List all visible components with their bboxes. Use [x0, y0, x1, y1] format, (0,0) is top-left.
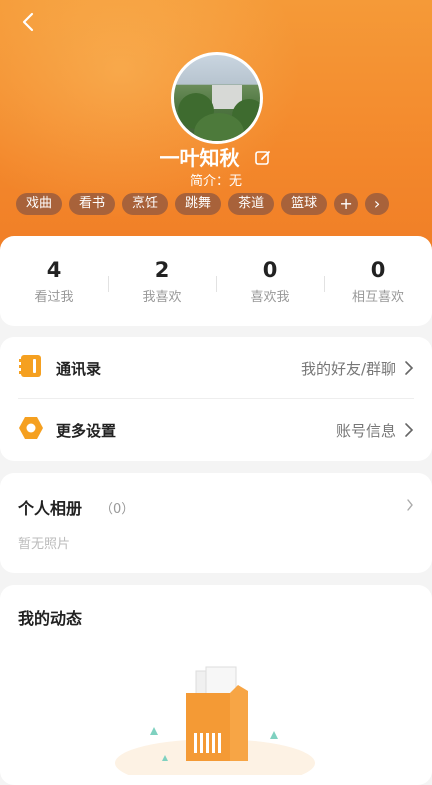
chevron-right-icon [407, 499, 413, 511]
back-button[interactable] [18, 10, 42, 34]
menu-item-title: 更多设置 [56, 421, 117, 440]
stat-label: 看过我 [34, 289, 74, 305]
profile-name-row: 一叶知秋 [0, 142, 432, 172]
stat-value: 2 [154, 257, 170, 282]
contacts-icon [18, 353, 44, 383]
profile-name: 一叶知秋 [159, 146, 240, 170]
stat-mutual[interactable]: 0 相互喜欢 [324, 258, 432, 305]
stat-i-like[interactable]: 2 我喜欢 [108, 258, 216, 305]
menu-item-title: 通讯录 [56, 359, 102, 378]
menu-card: 通讯录 我的好友/群聊 更多设置 账号信息 [0, 337, 432, 461]
menu-item-detail: 账号信息 [335, 421, 396, 440]
chevron-right-icon [405, 423, 414, 437]
empty-state-illustration [115, 666, 315, 775]
album-title: 个人相册 [18, 499, 83, 518]
album-count: （0） [100, 502, 135, 517]
edit-profile-icon[interactable] [254, 148, 272, 172]
stats-card: 4 看过我 2 我喜欢 0 喜欢我 0 相互喜欢 [0, 236, 432, 326]
stat-label: 我喜欢 [142, 289, 182, 305]
profile-intro: 简介：无 [189, 174, 242, 189]
stat-likes-me[interactable]: 0 喜欢我 [216, 258, 324, 305]
tag-item[interactable]: 烹饪 [122, 193, 169, 215]
stat-label: 喜欢我 [250, 289, 290, 305]
menu-item-settings[interactable]: 更多设置 账号信息 [18, 399, 414, 461]
stat-label: 相互喜欢 [351, 289, 404, 305]
avatar[interactable] [171, 52, 263, 144]
tag-item[interactable]: 篮球 [281, 193, 328, 215]
tag-list: 戏曲 看书 烹饪 跳舞 茶道 篮球 + › [16, 193, 390, 215]
stat-value: 0 [262, 257, 278, 282]
tag-item[interactable]: 跳舞 [175, 193, 222, 215]
stat-visited-me[interactable]: 4 看过我 [0, 258, 108, 305]
more-tags-button[interactable]: › [365, 193, 390, 215]
stat-value: 4 [46, 257, 62, 282]
album-empty-text: 暂无照片 [18, 537, 71, 552]
settings-icon [18, 415, 44, 445]
tag-item[interactable]: 茶道 [228, 193, 275, 215]
album-card[interactable]: 个人相册 （0） 暂无照片 [0, 473, 432, 573]
chevron-left-icon [22, 12, 34, 32]
tag-item[interactable]: 看书 [69, 193, 116, 215]
feed-card: 我的动态 [0, 585, 432, 785]
menu-item-detail: 我的好友/群聊 [300, 359, 396, 378]
stat-value: 0 [370, 257, 386, 282]
tag-item[interactable]: 戏曲 [16, 193, 63, 215]
feed-title: 我的动态 [18, 609, 83, 628]
chevron-right-icon [405, 361, 414, 375]
menu-item-contacts[interactable]: 通讯录 我的好友/群聊 [18, 337, 414, 399]
add-tag-button[interactable]: + [334, 193, 359, 215]
